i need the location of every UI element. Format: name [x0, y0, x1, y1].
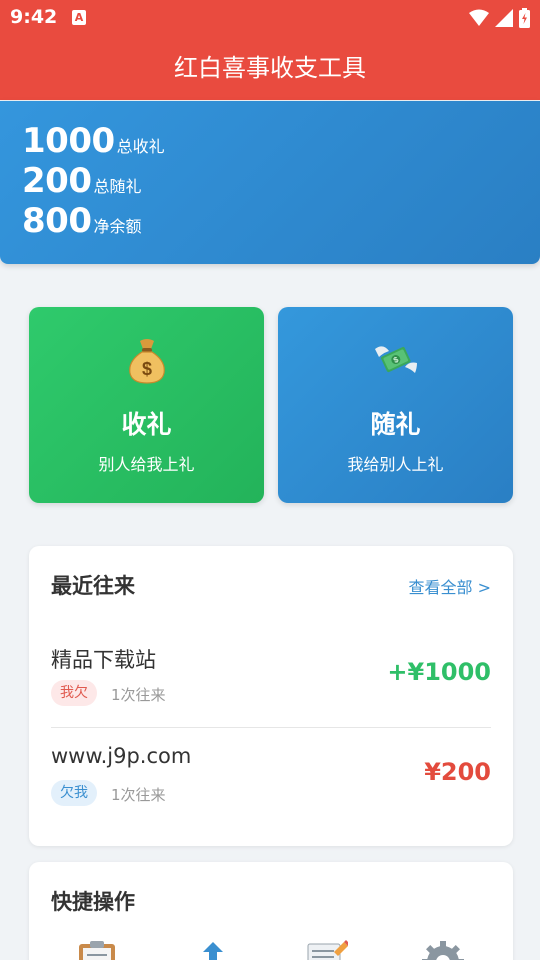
receive-gift-button[interactable]: $ 收礼 别人给我上礼: [29, 307, 264, 503]
transaction-name: 精品下载站: [51, 648, 156, 672]
transaction-row[interactable]: 精品下载站 我欠 1次往来 +¥1000: [51, 644, 491, 728]
receive-gift-subtitle: 别人给我上礼: [98, 455, 195, 474]
transaction-count: 1次往来: [111, 686, 166, 704]
page-title: 红白喜事收支工具: [174, 54, 366, 82]
transaction-amount: ¥200: [424, 758, 491, 786]
give-gift-title: 随礼: [370, 410, 421, 439]
receive-gift-title: 收礼: [121, 410, 172, 439]
net-balance-label: 净余额: [93, 217, 142, 236]
summary-net: 800 净余额: [22, 201, 518, 241]
signal-icon: [495, 9, 513, 27]
money-wings-icon: $: [374, 346, 417, 373]
status-bar: 9:42 A: [0, 0, 540, 36]
quick-actions-card: 快捷操作: [29, 862, 513, 960]
gear-icon[interactable]: [421, 938, 465, 960]
money-bag-icon: $: [128, 339, 165, 384]
wifi-icon: [469, 9, 489, 26]
svg-text:$: $: [141, 359, 151, 379]
recent-transactions-card: 最近往来 查看全部 > 精品下载站 我欠 1次往来 +¥1000 www.j9p…: [29, 546, 513, 846]
app-notification-icon: A: [72, 10, 86, 25]
status-icons: [469, 7, 530, 29]
quick-actions-title: 快捷操作: [51, 890, 135, 914]
clipboard-icon[interactable]: [75, 938, 119, 960]
total-received-value: 1000: [22, 121, 115, 161]
app-bar: 红白喜事收支工具: [0, 36, 540, 100]
transaction-count: 1次往来: [111, 786, 166, 804]
recent-section-title: 最近往来: [51, 574, 135, 598]
total-given-label: 总随礼: [93, 177, 142, 196]
transaction-tag: 欠我: [51, 780, 97, 806]
summary-panel: 1000 总收礼 200 总随礼 800 净余额: [0, 101, 540, 264]
summary-total-received: 1000 总收礼: [22, 121, 518, 161]
give-gift-subtitle: 我给别人上礼: [347, 455, 444, 474]
view-all-link[interactable]: 查看全部 >: [409, 574, 492, 598]
summary-total-given: 200 总随礼: [22, 161, 518, 201]
transaction-tag: 我欠: [51, 680, 97, 706]
transaction-name: www.j9p.com: [51, 744, 192, 768]
battery-icon: [519, 8, 530, 28]
upload-arrow-icon[interactable]: [191, 938, 235, 960]
transaction-row[interactable]: www.j9p.com 欠我 1次往来 ¥200: [51, 744, 491, 828]
give-gift-button[interactable]: $ 随礼 我给别人上礼: [278, 307, 513, 503]
net-balance-value: 800: [22, 201, 92, 241]
transaction-amount: +¥1000: [387, 658, 491, 686]
total-received-label: 总收礼: [116, 137, 165, 156]
memo-icon[interactable]: [304, 938, 348, 960]
total-given-value: 200: [22, 161, 92, 201]
status-time: 9:42: [10, 6, 58, 28]
